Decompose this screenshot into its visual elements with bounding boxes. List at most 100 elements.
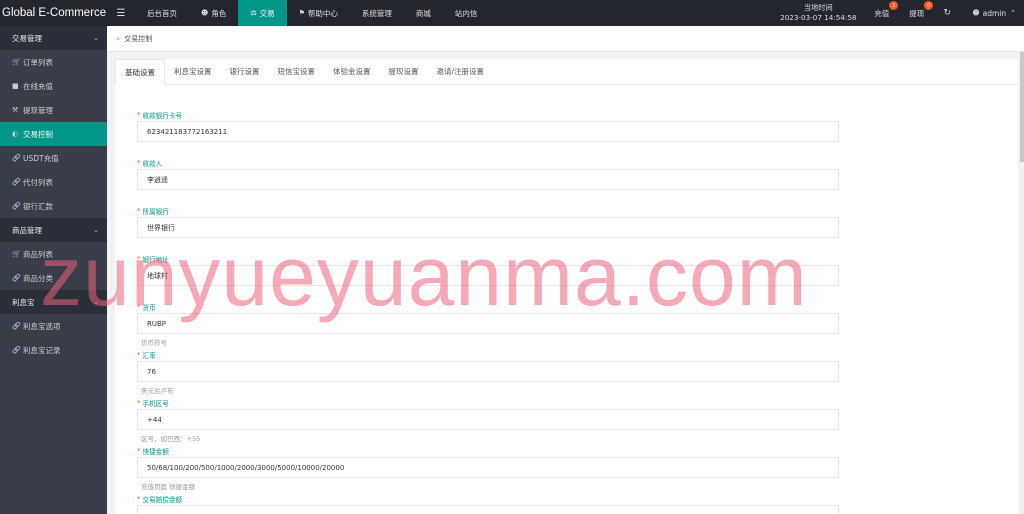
nav-system-label: 系统管理 [361, 8, 392, 18]
cart-icon: 🛒 [12, 58, 21, 66]
sidebar-item-label: 交易控制 [23, 129, 53, 139]
field-label: * 快捷金额 [137, 445, 839, 457]
withdraw-badge: 0 [924, 1, 934, 10]
field-label: * 货币 [137, 301, 839, 313]
recharge-button[interactable]: 充值 2 [864, 0, 899, 26]
sidebar-item-label: 商品分类 [23, 273, 53, 283]
field-label-text: 收款银行卡号 [142, 112, 183, 120]
breadcrumb-current[interactable]: 交易控制 [124, 34, 152, 44]
sidebar-item-label: 在线充值 [23, 81, 53, 91]
tab-withdraw[interactable]: 提现设置 [380, 58, 428, 84]
nav-system[interactable]: 系统管理 [350, 0, 404, 26]
flag-icon: ⚑ [298, 9, 305, 17]
nav-mall-label: 商城 [415, 8, 431, 18]
local-clock: 当地时间 2023-03-07 14:54:58 [772, 3, 864, 23]
field-hint [137, 142, 839, 157]
double-chevron-icon: » [116, 34, 121, 43]
required-mark: * [137, 399, 141, 407]
refresh-icon[interactable]: ↻ [934, 0, 960, 26]
sidebar-item-usdt[interactable]: 🔗 USDT充值 [0, 146, 107, 170]
sidebar-item-goods-category[interactable]: 🔗 商品分类 [0, 266, 107, 290]
sidebar-group-trade[interactable]: 交易管理 ⌄ [0, 26, 107, 50]
field-quick-amounts: * 快捷金额 50/68/100/200/500/1000/2000/3000/5… [137, 445, 839, 493]
link-icon: 🔗 [12, 202, 21, 210]
nav-help[interactable]: ⚑ 帮助中心 [287, 0, 350, 26]
field-bank: * 所属银行 世界银行 [137, 205, 839, 253]
sidebar-item-trade-control[interactable]: ◐ 交易控制 [0, 122, 107, 146]
sidebar-item-withdraw[interactable]: ⚒ 提现管理 [0, 98, 107, 122]
field-hint [137, 238, 839, 253]
field-label-text: 交易赔偿金额 [142, 496, 183, 504]
field-label-text: 货币 [142, 304, 156, 312]
field-label: * 汇率 [137, 349, 839, 361]
bank-input[interactable]: 世界银行 [137, 217, 839, 238]
settings-panel: 基础设置 利息宝设置 银行设置 短信宝设置 体验金设置 提现设置 邀请/注册设置… [115, 59, 1018, 514]
clock-label: 当地时间 [803, 3, 833, 12]
sidebar-item-label: 利息宝选项 [23, 321, 61, 331]
hammer-icon: ⚒ [12, 106, 19, 114]
sidebar-group-goods[interactable]: 商品管理 ⌄ [0, 218, 107, 242]
field-phone-code: * 手机区号 +44 区号，如巴西：+55 [137, 397, 839, 445]
sidebar-item-label: 代付列表 [23, 177, 53, 187]
page-scrollbar-thumb[interactable] [1020, 52, 1024, 162]
phone-code-input[interactable]: +44 [137, 409, 839, 430]
bank-address-input[interactable]: 地球村 [137, 265, 839, 286]
menu-toggle-icon[interactable]: ☰ [107, 0, 135, 26]
sidebar-item-online-recharge[interactable]: ■ 在线充值 [0, 74, 107, 98]
sidebar-group-interest[interactable]: 利息宝 ⌄ [0, 290, 107, 314]
required-mark: * [137, 303, 141, 311]
card-icon: ■ [12, 82, 19, 90]
top-bar: Global E-Commerce... ☰ 后台首页 ☻ 角色 ⚖ 交易 ⚑ 帮助中… [0, 0, 1024, 26]
sidebar-item-interest-records[interactable]: 🔗 利息宝记录 [0, 338, 107, 362]
clock-value: 2023-03-07 14:54:58 [780, 13, 857, 22]
required-mark: * [137, 159, 141, 167]
field-currency: * 货币 RUBP 货币符号 [137, 301, 839, 349]
bank-card-input[interactable]: 623421183772163211 [137, 121, 839, 142]
tab-bank[interactable]: 银行设置 [221, 58, 269, 84]
user-menu[interactable]: ☻ admin ⌃ [960, 0, 1024, 26]
field-bank-address: * 银行地址 地球村 [137, 253, 839, 301]
currency-input[interactable]: RUBP [137, 313, 839, 334]
field-label-text: 收款人 [142, 160, 163, 168]
tab-basic[interactable]: 基础设置 [115, 59, 165, 85]
withdraw-label: 提现 [909, 8, 925, 18]
withdraw-button[interactable]: 提现 0 [899, 0, 934, 26]
top-right-tools: 当地时间 2023-03-07 14:54:58 充值 2 提现 0 ↻ ☻ a… [772, 0, 1024, 26]
nav-trade[interactable]: ⚖ 交易 [238, 0, 287, 26]
tab-invite[interactable]: 邀请/注册设置 [428, 58, 494, 84]
recharge-badge: 2 [889, 1, 899, 10]
rate-input[interactable]: 76 [137, 361, 839, 382]
chevron-down-icon: ⌄ [93, 34, 99, 42]
field-hint: 货币符号 [141, 338, 167, 347]
sidebar-item-orders[interactable]: 🛒 订单列表 [0, 50, 107, 74]
link-icon: 🔗 [12, 346, 21, 354]
sidebar-item-goods-list[interactable]: 🛒 商品列表 [0, 242, 107, 266]
top-nav: 后台首页 ☻ 角色 ⚖ 交易 ⚑ 帮助中心 系统管理 商城 站内信 [135, 0, 489, 26]
field-payee: * 收款人 李逍遥 [137, 157, 839, 205]
nav-mall[interactable]: 商城 [404, 0, 443, 26]
scale-icon: ⚖ [250, 9, 257, 17]
sidebar-item-label: 利息宝记录 [23, 345, 61, 355]
sidebar-item-label: 提现管理 [23, 105, 53, 115]
required-mark: * [137, 447, 141, 455]
sidebar: 交易管理 ⌄ 🛒 订单列表 ■ 在线充值 ⚒ 提现管理 ◐ 交易控制 🔗 USDT充值 🔗 代… [0, 26, 107, 514]
sidebar-item-payout[interactable]: 🔗 代付列表 [0, 170, 107, 194]
field-rate: * 汇率 76 美元兑卢布 [137, 349, 839, 397]
chevron-down-icon: ⌄ [93, 298, 99, 306]
compensation-input[interactable] [137, 505, 839, 514]
nav-home[interactable]: 后台首页 [135, 0, 189, 26]
payee-input[interactable]: 李逍遥 [137, 169, 839, 190]
required-mark: * [137, 255, 141, 263]
tab-sms[interactable]: 短信宝设置 [269, 58, 325, 84]
required-mark: * [137, 495, 141, 503]
sidebar-item-bank-remit[interactable]: 🔗 银行汇款 [0, 194, 107, 218]
sidebar-item-interest-options[interactable]: 🔗 利息宝选项 [0, 314, 107, 338]
tab-trial[interactable]: 体验金设置 [324, 58, 380, 84]
quick-amounts-input[interactable]: 50/68/100/200/500/1000/2000/3000/5000/10… [137, 457, 839, 478]
field-hint: 美元兑卢布 [141, 386, 174, 395]
field-label: * 交易赔偿金额 [137, 493, 839, 505]
nav-messages[interactable]: 站内信 [443, 0, 490, 26]
tab-interest[interactable]: 利息宝设置 [165, 58, 221, 84]
nav-role[interactable]: ☻ 角色 [189, 0, 238, 26]
app-logo[interactable]: Global E-Commerce... [0, 0, 107, 26]
